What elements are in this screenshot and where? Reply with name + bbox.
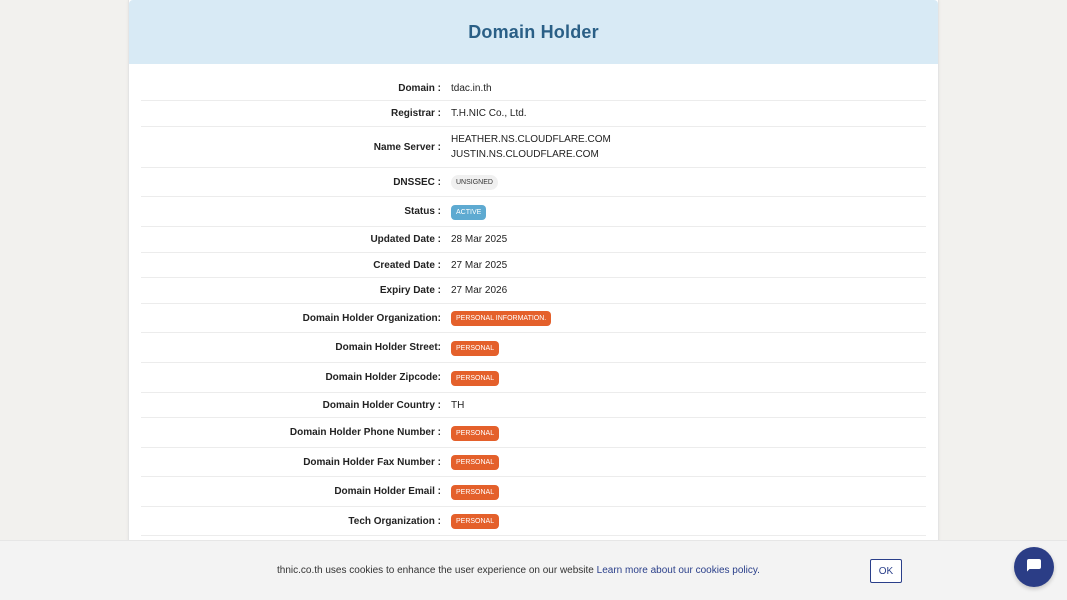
cookie-message: thnic.co.th uses cookies to enhance the … — [277, 565, 760, 576]
row-value: PERSONAL — [451, 370, 500, 386]
whois-row: Domain Holder Organization: PERSONAL INFO… — [141, 304, 926, 333]
name-server-line: HEATHER.NS.CLOUDFLARE.COM — [451, 134, 611, 145]
whois-row: Domain Holder Phone Number : PERSONAL — [141, 418, 926, 448]
row-value: 27 Mar 2025 — [451, 259, 508, 271]
whois-row: Domain Holder Email : PERSONAL — [141, 477, 926, 507]
whois-row: Domain : tdac.in.th — [141, 76, 926, 101]
row-value: HEATHER.NS.CLOUDFLARE.COM JUSTIN.NS.CLOUD… — [451, 132, 611, 162]
row-label: Tech Organization : — [348, 515, 441, 527]
whois-row: Expiry Date : 27 Mar 2026 — [141, 278, 926, 304]
status-badge: PERSONAL — [451, 425, 500, 441]
status-badge: PERSONAL — [451, 514, 500, 529]
row-label: Domain Holder Zipcode: — [325, 372, 441, 383]
whois-row: Name Server : HEATHER.NS.CLOUDFLARE.COM JU… — [141, 127, 926, 168]
row-label: Expiry Date : — [379, 285, 441, 296]
domain-holder-card: Domain Holder Domain : tdac.in.th Registra… — [128, 0, 939, 600]
status-badge: PERSONAL — [451, 340, 500, 356]
row-label: Status : — [404, 206, 441, 217]
status-badge: ACTIVE — [451, 204, 487, 220]
row-value: ACTIVE — [451, 204, 487, 220]
row-value: PERSONAL — [451, 484, 500, 500]
row-label: Domain : — [398, 82, 441, 94]
cookie-policy-link[interactable]: Learn more about our cookies policy. — [597, 565, 760, 576]
row-value: PERSONAL — [451, 513, 500, 529]
row-value: PERSONAL — [451, 340, 500, 356]
cookie-text: thnic.co.th uses cookies to enhance the … — [277, 565, 594, 576]
row-label: DNSSEC : — [393, 176, 441, 188]
whois-row: Domain Holder Fax Number : PERSONAL — [141, 448, 926, 477]
chat-button[interactable] — [1014, 547, 1054, 587]
row-value: tdac.in.th — [451, 82, 492, 94]
row-label: Domain Holder Email : — [334, 486, 441, 497]
whois-row: Domain Holder Street: PERSONAL — [141, 333, 926, 363]
row-label: Created Date : — [373, 259, 441, 271]
row-value: UNSIGNED — [451, 174, 498, 190]
card-header: Domain Holder — [129, 0, 938, 64]
row-label: Domain Holder Phone Number : — [289, 427, 441, 438]
row-value: 27 Mar 2026 — [451, 285, 508, 296]
row-label: Domain Holder Street: — [335, 342, 441, 353]
status-badge: PERSONAL INFORMATION. — [451, 311, 552, 326]
whois-row: Created Date : 27 Mar 2025 — [141, 253, 926, 278]
row-value: PERSONAL — [451, 454, 500, 470]
row-label: Domain Holder Fax Number : — [303, 456, 441, 468]
whois-row: Status : ACTIVE — [141, 197, 926, 227]
whois-row: Tech Organization : PERSONAL — [141, 507, 926, 536]
chat-bubble-icon — [1026, 557, 1042, 578]
whois-row: Domain Holder Zipcode: PERSONAL — [141, 363, 926, 393]
row-value: PERSONAL INFORMATION. — [451, 310, 552, 326]
row-label: Domain Holder Country : — [322, 399, 441, 411]
row-label: Registrar : — [390, 108, 441, 119]
row-value: 28 Mar 2025 — [451, 234, 508, 245]
status-badge: PERSONAL — [451, 370, 500, 386]
cookie-banner: thnic.co.th uses cookies to enhance the … — [0, 540, 1067, 600]
name-server-line: JUSTIN.NS.CLOUDFLARE.COM — [451, 149, 599, 160]
whois-row: Updated Date : 28 Mar 2025 — [141, 227, 926, 253]
card-title: Domain Holder — [468, 21, 599, 42]
row-value: PERSONAL — [451, 425, 500, 441]
whois-table: Domain : tdac.in.th Registrar : T.H.NIC Co.… — [141, 76, 926, 536]
row-value: T.H.NIC Co., Ltd. — [451, 108, 527, 119]
cookie-ok-button[interactable]: OK — [870, 559, 902, 583]
status-badge: UNSIGNED — [451, 175, 498, 190]
status-badge: PERSONAL — [451, 455, 500, 470]
status-badge: PERSONAL — [451, 484, 500, 500]
whois-row: Domain Holder Country : TH — [141, 393, 926, 418]
row-label: Name Server : — [373, 141, 441, 153]
whois-row: Registrar : T.H.NIC Co., Ltd. — [141, 101, 926, 127]
row-value: TH — [451, 399, 465, 411]
row-label: Domain Holder Organization: — [302, 312, 441, 324]
whois-row: DNSSEC : UNSIGNED — [141, 168, 926, 197]
row-label: Updated Date : — [370, 234, 441, 245]
